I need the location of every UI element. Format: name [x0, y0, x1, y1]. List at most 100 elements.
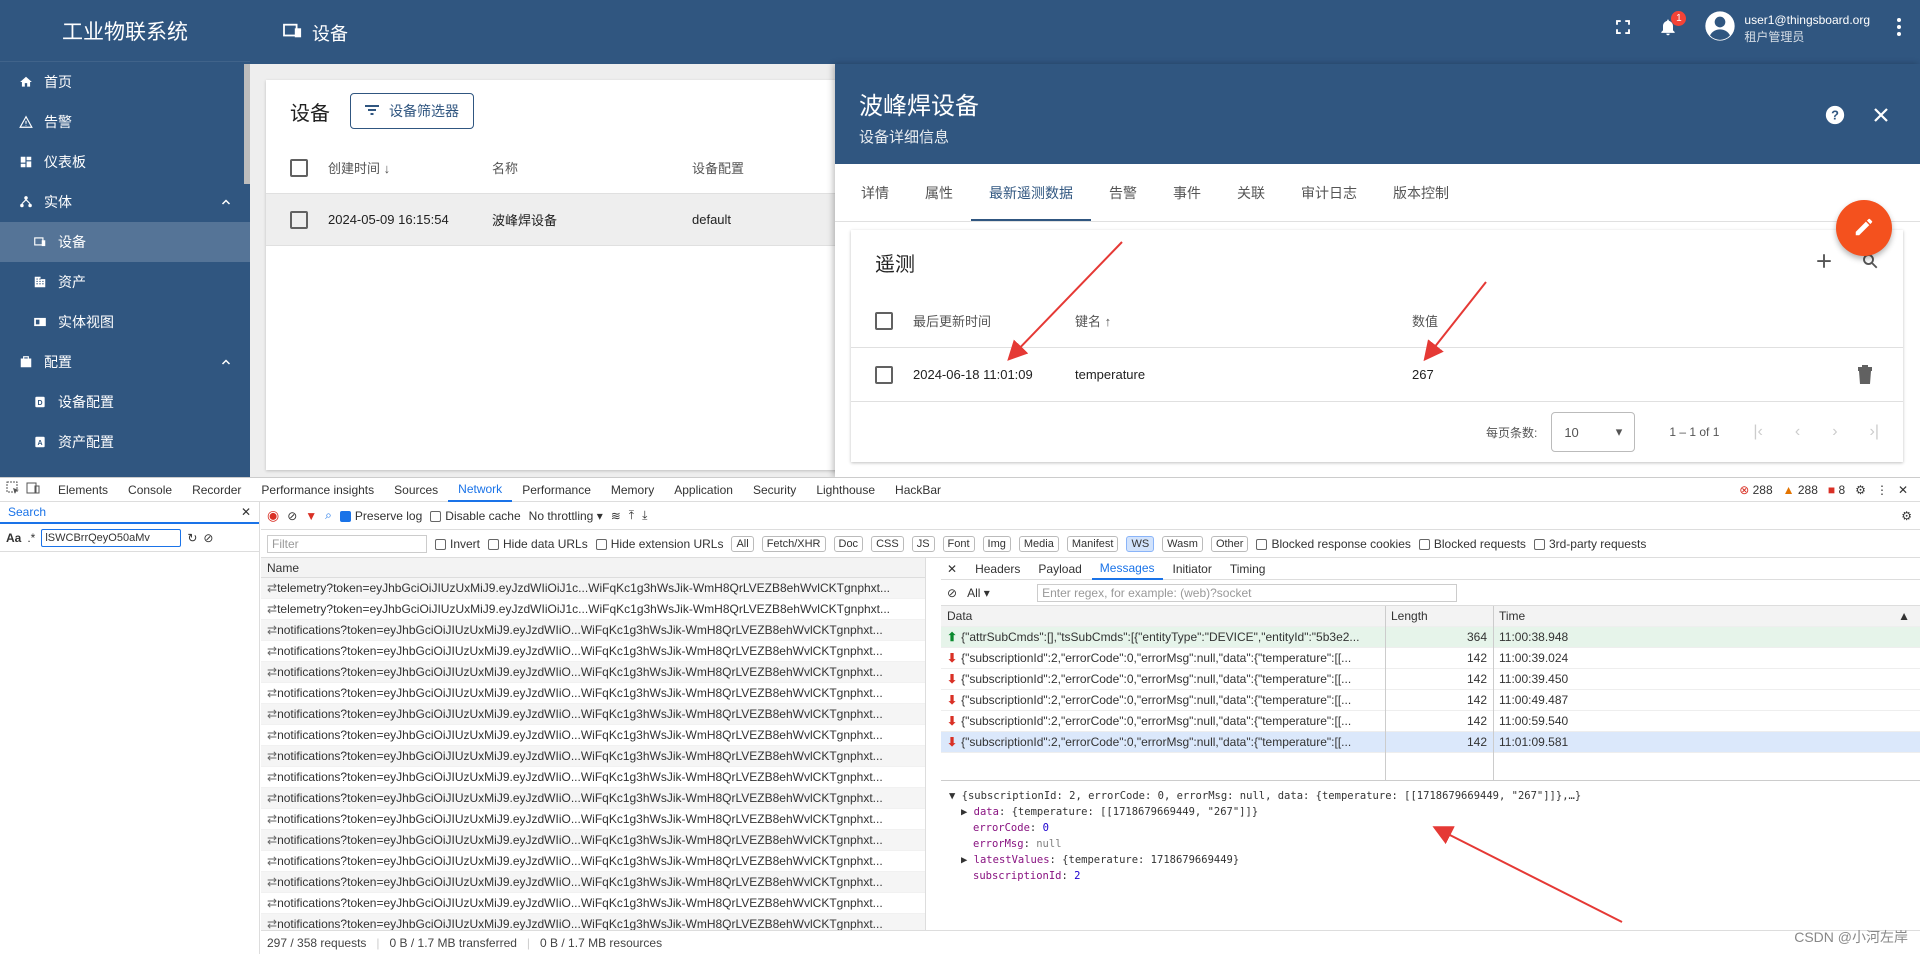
col-last-update[interactable]: 最后更新时间	[913, 311, 1075, 330]
filter-wasm[interactable]: Wasm	[1162, 535, 1203, 552]
sidebar-item-devices[interactable]: 设备	[0, 222, 250, 262]
col-device-profile[interactable]: 设备配置	[692, 158, 744, 177]
message-row[interactable]: ⬇ {"subscriptionId":2,"errorCode":0,"erro…	[941, 711, 1920, 732]
fullscreen-icon[interactable]	[1614, 18, 1632, 39]
prev-page-icon[interactable]: ‹	[1795, 423, 1800, 441]
tab-messages[interactable]: Messages	[1091, 558, 1163, 580]
sidebar-item-profiles[interactable]: 配置	[0, 342, 250, 382]
request-row[interactable]: ⇄ notifications?token=eyJhbGciOiJIUzUxMi…	[261, 788, 925, 809]
request-row[interactable]: ⇄ notifications?token=eyJhbGciOiJIUzUxMi…	[261, 725, 925, 746]
clear-icon[interactable]: ⊘	[203, 531, 213, 545]
tab-timing[interactable]: Timing	[1222, 558, 1274, 580]
request-row[interactable]: ⇄ telemetry?token=eyJhbGciOiJIUzUxMiJ9.e…	[261, 599, 925, 620]
sidebar-item-device-profiles[interactable]: D 设备配置	[0, 382, 250, 422]
filter-fetch-xhr[interactable]: Fetch/XHR	[761, 535, 826, 552]
message-row[interactable]: ⬆ {"attrSubCmds":[],"tsSubCmds":[{"entity…	[941, 627, 1920, 648]
tab-application[interactable]: Application	[664, 478, 743, 502]
tab-relations[interactable]: 关联	[1219, 164, 1283, 221]
request-row[interactable]: ⇄ notifications?token=eyJhbGciOiJIUzUxMi…	[261, 851, 925, 872]
upload-icon[interactable]: ⤒	[629, 508, 634, 523]
tab-audit-logs[interactable]: 审计日志	[1283, 164, 1375, 221]
search-tab[interactable]: Search	[8, 505, 46, 519]
select-all-checkbox[interactable]	[875, 311, 893, 330]
tab-performance-insights[interactable]: Performance insights	[251, 478, 384, 502]
table-row[interactable]: 2024-06-18 11:01:09 temperature 267	[851, 348, 1903, 402]
sidebar-item-assets[interactable]: 资产	[0, 262, 250, 302]
request-row[interactable]: ⇄ notifications?token=eyJhbGciOiJIUzUxMi…	[261, 767, 925, 788]
search-input[interactable]: lSWCBrrQeyO50aMv	[41, 528, 182, 547]
filter-js[interactable]: JS	[911, 535, 935, 552]
sidebar-item-alarms[interactable]: 告警	[0, 102, 250, 142]
tab-network[interactable]: Network	[448, 478, 513, 502]
tab-security[interactable]: Security	[743, 478, 806, 502]
filter-all[interactable]: All	[731, 535, 754, 552]
regex-icon[interactable]: .*	[27, 531, 35, 545]
next-page-icon[interactable]: ›	[1832, 423, 1837, 441]
request-row[interactable]: ⇄ notifications?token=eyJhbGciOiJIUzUxMi…	[261, 704, 925, 725]
blocked-cookies-checkbox[interactable]: Blocked response cookies	[1256, 537, 1411, 551]
tab-hackbar[interactable]: HackBar	[885, 478, 951, 502]
tab-payload[interactable]: Payload	[1030, 558, 1089, 580]
tab-console[interactable]: Console	[118, 478, 182, 502]
clear-icon[interactable]: ⊘	[287, 509, 297, 523]
filter-media[interactable]: Media	[1018, 535, 1059, 552]
page-size-select[interactable]: 10 ▾	[1551, 412, 1636, 452]
hide-extension-urls-checkbox[interactable]: Hide extension URLs	[595, 537, 723, 551]
disable-cache-checkbox[interactable]: Disable cache	[430, 509, 521, 523]
request-row[interactable]: ⇄ notifications?token=eyJhbGciOiJIUzUxMi…	[261, 662, 925, 683]
request-row[interactable]: ⇄ notifications?token=eyJhbGciOiJIUzUxMi…	[261, 830, 925, 851]
warning-count[interactable]: ▲ 288	[1783, 483, 1818, 497]
issue-count[interactable]: ■ 8	[1828, 483, 1845, 497]
filter-icon[interactable]: ▼	[305, 509, 317, 523]
name-column-header[interactable]: Name	[261, 558, 925, 578]
wifi-icon[interactable]: ≋	[611, 509, 621, 523]
filter-manifest[interactable]: Manifest	[1066, 535, 1119, 552]
request-row[interactable]: ⇄ notifications?token=eyJhbGciOiJIUzUxMi…	[261, 809, 925, 830]
close-icon[interactable]	[1872, 106, 1890, 127]
request-row[interactable]: ⇄ notifications?token=eyJhbGciOiJIUzUxMi…	[261, 746, 925, 767]
clear-icon[interactable]: ⊘	[947, 586, 957, 600]
filter-input[interactable]: Filter	[267, 534, 427, 553]
device-toolbar-icon[interactable]	[26, 481, 40, 498]
more-vert-icon[interactable]	[1896, 17, 1902, 40]
message-row[interactable]: ⬇ {"subscriptionId":2,"errorCode":0,"erro…	[941, 690, 1920, 711]
blocked-requests-checkbox[interactable]: Blocked requests	[1418, 537, 1526, 551]
user-menu[interactable]: user1@thingsboard.org 租户管理员	[1704, 10, 1870, 47]
match-case-icon[interactable]: Aa	[6, 531, 21, 545]
sidebar-scrollbar[interactable]	[244, 64, 250, 184]
invert-checkbox[interactable]: Invert	[435, 537, 480, 551]
tab-alarms[interactable]: 告警	[1091, 164, 1155, 221]
sidebar-item-entities[interactable]: 实体	[0, 182, 250, 222]
preserve-log-checkbox[interactable]: Preserve log	[339, 509, 422, 523]
col-key[interactable]: 键名 ↑	[1075, 311, 1412, 330]
row-checkbox[interactable]	[875, 365, 893, 384]
filter-css[interactable]: CSS	[871, 535, 904, 552]
close-icon[interactable]: ✕	[1898, 483, 1908, 497]
tab-details[interactable]: 详情	[843, 164, 907, 221]
delete-icon[interactable]	[1857, 364, 1873, 387]
filter-font[interactable]: Font	[942, 535, 975, 552]
tab-lighthouse[interactable]: Lighthouse	[806, 478, 885, 502]
error-count[interactable]: ⊗ 288	[1739, 483, 1772, 497]
filter-doc[interactable]: Doc	[833, 535, 864, 552]
more-vert-icon[interactable]: ⋮	[1876, 483, 1888, 497]
tab-sources[interactable]: Sources	[384, 478, 448, 502]
tab-version-control[interactable]: 版本控制	[1375, 164, 1467, 221]
col-value[interactable]: 数值	[1412, 311, 1438, 330]
tab-memory[interactable]: Memory	[601, 478, 664, 502]
filter-img[interactable]: Img	[982, 535, 1011, 552]
message-type-select[interactable]: All ▾	[967, 586, 1027, 600]
sidebar-item-dashboards[interactable]: 仪表板	[0, 142, 250, 182]
tab-headers[interactable]: Headers	[967, 558, 1028, 580]
message-row[interactable]: ⬇ {"subscriptionId":2,"errorCode":0,"erro…	[941, 648, 1920, 669]
message-filter-input[interactable]: Enter regex, for example: (web)?socket	[1037, 583, 1458, 602]
row-checkbox[interactable]	[290, 210, 308, 229]
sidebar-item-home[interactable]: 首页	[0, 62, 250, 102]
throttling-select[interactable]: No throttling ▾	[529, 509, 603, 523]
request-row[interactable]: ⇄ notifications?token=eyJhbGciOiJIUzUxMi…	[261, 872, 925, 893]
search-icon[interactable]: ⌕	[325, 508, 332, 523]
message-row[interactable]: ⬇ {"subscriptionId":2,"errorCode":0,"erro…	[941, 732, 1920, 753]
first-page-icon[interactable]: |‹	[1753, 423, 1762, 441]
filter-ws[interactable]: WS	[1126, 535, 1155, 552]
tab-attributes[interactable]: 属性	[907, 164, 971, 221]
